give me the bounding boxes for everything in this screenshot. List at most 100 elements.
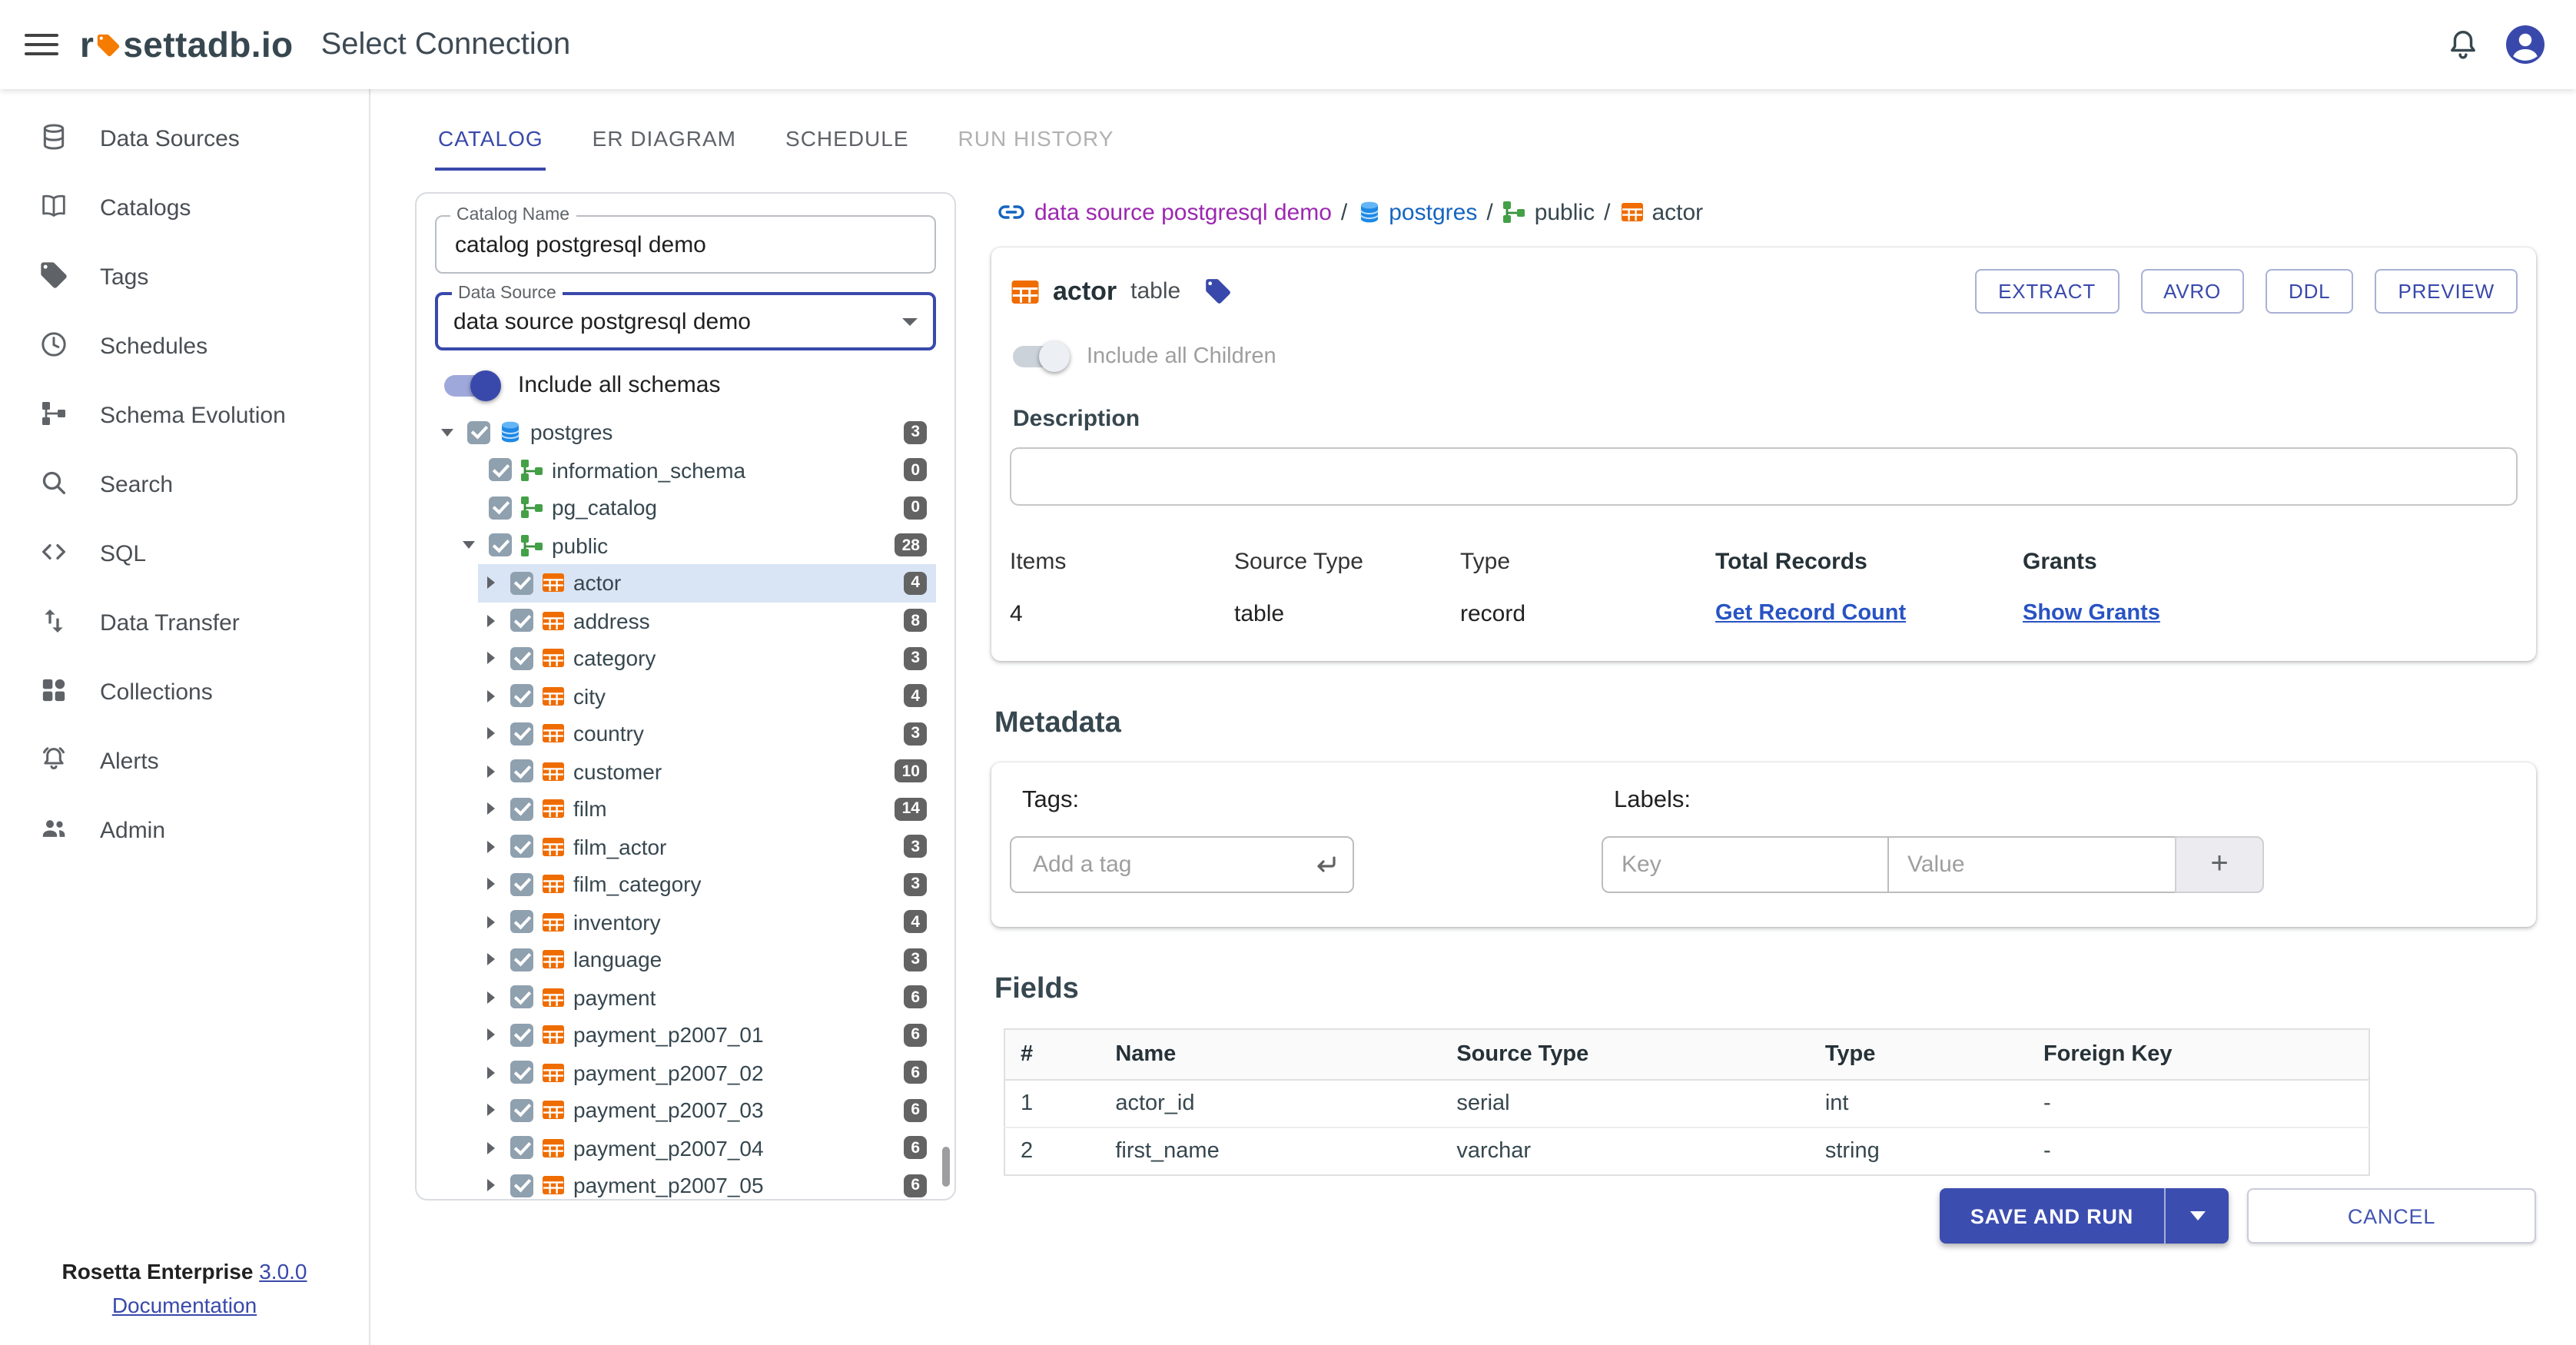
- menu-icon[interactable]: [25, 34, 58, 55]
- tree-row[interactable]: city 4: [478, 677, 936, 715]
- sidebar-item-catalogs[interactable]: Catalogs: [0, 174, 369, 243]
- chevron-right-icon[interactable]: [478, 872, 503, 897]
- tree-checkbox[interactable]: [489, 459, 512, 482]
- tab-run-history[interactable]: RUN HISTORY: [955, 114, 1117, 171]
- sidebar-item-alerts[interactable]: Alerts: [0, 727, 369, 796]
- tree-checkbox[interactable]: [510, 948, 533, 971]
- tag-icon[interactable]: [1203, 277, 1233, 306]
- avro-button[interactable]: AVRO: [2140, 269, 2244, 314]
- tree-checkbox[interactable]: [467, 421, 490, 444]
- sidebar-item-data-sources[interactable]: Data Sources: [0, 105, 369, 174]
- tree-row[interactable]: pg_catalog 0: [456, 489, 936, 526]
- catalog-name-input[interactable]: [452, 230, 919, 259]
- chevron-right-icon[interactable]: [478, 684, 503, 709]
- catalog-name-field[interactable]: Catalog Name: [435, 215, 936, 274]
- data-source-select[interactable]: Data Source data source postgresql demo: [435, 292, 936, 350]
- app-logo[interactable]: r settadb.io: [80, 22, 294, 67]
- chevron-right-icon[interactable]: [478, 609, 503, 633]
- get-record-count-link[interactable]: Get Record Count: [1715, 601, 2023, 626]
- tree-row[interactable]: customer 10: [478, 752, 936, 790]
- tree-checkbox[interactable]: [510, 1061, 533, 1084]
- tab-catalog[interactable]: CATALOG: [435, 114, 546, 171]
- tree-scrollbar[interactable]: [942, 1147, 950, 1187]
- tab-er-diagram[interactable]: ER DIAGRAM: [589, 114, 739, 171]
- tree-checkbox[interactable]: [510, 609, 533, 633]
- tree-checkbox[interactable]: [510, 722, 533, 746]
- include-all-children-toggle[interactable]: [1013, 346, 1065, 367]
- tree-checkbox[interactable]: [489, 534, 512, 557]
- tree-row[interactable]: language 3: [478, 941, 936, 978]
- chevron-right-icon[interactable]: [478, 835, 503, 859]
- tree-checkbox[interactable]: [510, 1099, 533, 1122]
- tree-row[interactable]: payment_p2007_02 6: [478, 1054, 936, 1091]
- chevron-down-icon[interactable]: [456, 533, 481, 558]
- tree-checkbox[interactable]: [510, 911, 533, 934]
- tree-row[interactable]: film_actor 3: [478, 828, 936, 865]
- sidebar-item-search[interactable]: Search: [0, 450, 369, 520]
- description-input[interactable]: [1010, 447, 2518, 506]
- tree-row[interactable]: film_category 3: [478, 865, 936, 903]
- sidebar-item-admin[interactable]: Admin: [0, 796, 369, 865]
- breadcrumb-datasource[interactable]: data source postgresql demo: [1034, 199, 1332, 225]
- tab-schedule[interactable]: SCHEDULE: [782, 114, 912, 171]
- tree-checkbox[interactable]: [510, 1024, 533, 1047]
- tree-row[interactable]: postgres 3: [435, 413, 936, 451]
- preview-button[interactable]: PREVIEW: [2375, 269, 2518, 314]
- label-key-input[interactable]: [1602, 836, 1889, 893]
- tree-checkbox[interactable]: [510, 647, 533, 670]
- cancel-button[interactable]: CANCEL: [2247, 1188, 2536, 1244]
- tree-row[interactable]: film 14: [478, 790, 936, 828]
- tree-row[interactable]: public 28: [456, 526, 936, 564]
- tree-checkbox[interactable]: [510, 572, 533, 595]
- tree-row[interactable]: actor 4: [478, 564, 936, 602]
- chevron-right-icon[interactable]: [478, 1023, 503, 1048]
- tree-checkbox[interactable]: [510, 685, 533, 708]
- sidebar-item-schedules[interactable]: Schedules: [0, 312, 369, 381]
- version-link[interactable]: 3.0.0: [259, 1259, 307, 1284]
- tree-row[interactable]: information_schema 0: [456, 451, 936, 489]
- chevron-right-icon[interactable]: [478, 759, 503, 784]
- chevron-right-icon[interactable]: [478, 571, 503, 596]
- tree-checkbox[interactable]: [510, 1174, 533, 1197]
- save-options-dropdown-button[interactable]: [2164, 1188, 2229, 1244]
- chevron-right-icon[interactable]: [478, 1098, 503, 1123]
- tree-row[interactable]: payment_p2007_05 6: [478, 1167, 936, 1201]
- tree-checkbox[interactable]: [510, 798, 533, 821]
- user-avatar[interactable]: [2502, 22, 2548, 68]
- tree-row[interactable]: inventory 4: [478, 903, 936, 941]
- tree-checkbox[interactable]: [510, 760, 533, 783]
- include-all-schemas-toggle[interactable]: [444, 374, 496, 396]
- sidebar-item-tags[interactable]: Tags: [0, 243, 369, 312]
- chevron-down-icon[interactable]: [435, 420, 460, 445]
- tree-checkbox[interactable]: [510, 1137, 533, 1160]
- save-and-run-button[interactable]: SAVE AND RUN: [1940, 1188, 2164, 1244]
- tree-row[interactable]: country 3: [478, 715, 936, 752]
- chevron-right-icon[interactable]: [478, 722, 503, 746]
- tree-row[interactable]: payment_p2007_03 6: [478, 1091, 936, 1129]
- chevron-right-icon[interactable]: [478, 1136, 503, 1161]
- tree-row[interactable]: payment_p2007_01 6: [478, 1016, 936, 1054]
- notifications-bell-icon[interactable]: [2445, 27, 2481, 62]
- sidebar-item-data-transfer[interactable]: Data Transfer: [0, 589, 369, 658]
- tree-row[interactable]: address 8: [478, 602, 936, 639]
- show-grants-link[interactable]: Show Grants: [2023, 601, 2518, 626]
- label-value-input[interactable]: [1887, 836, 2176, 893]
- tree-checkbox[interactable]: [510, 835, 533, 858]
- breadcrumb-schema[interactable]: public: [1502, 199, 1595, 225]
- tree-checkbox[interactable]: [489, 496, 512, 520]
- breadcrumb-database[interactable]: postgres: [1356, 199, 1477, 225]
- extract-button[interactable]: EXTRACT: [1975, 269, 2119, 314]
- chevron-right-icon[interactable]: [478, 1061, 503, 1085]
- add-tag-input[interactable]: [1030, 850, 1313, 879]
- sidebar-item-schema-evolution[interactable]: Schema Evolution: [0, 381, 369, 450]
- tree-row[interactable]: payment_p2007_04 6: [478, 1129, 936, 1167]
- sidebar-item-sql[interactable]: SQL: [0, 520, 369, 589]
- chevron-right-icon[interactable]: [478, 948, 503, 972]
- chevron-right-icon[interactable]: [478, 910, 503, 935]
- tree-row[interactable]: category 3: [478, 639, 936, 677]
- sidebar-item-collections[interactable]: Collections: [0, 658, 369, 727]
- documentation-link[interactable]: Documentation: [112, 1293, 257, 1317]
- tree-row[interactable]: payment 6: [478, 978, 936, 1016]
- chevron-right-icon[interactable]: [478, 797, 503, 822]
- ddl-button[interactable]: DDL: [2266, 269, 2353, 314]
